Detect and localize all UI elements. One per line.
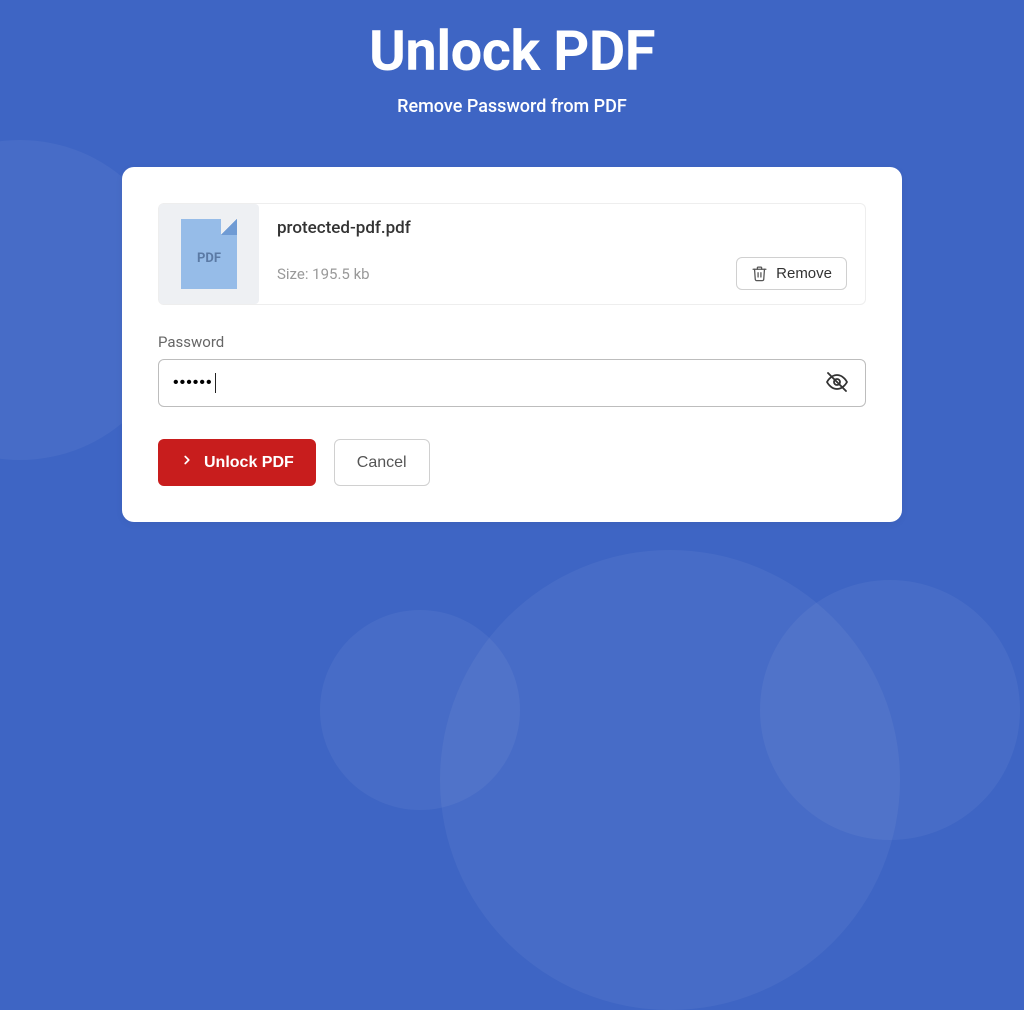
cancel-button[interactable]: Cancel bbox=[334, 439, 430, 486]
toggle-password-visibility-button[interactable] bbox=[809, 370, 865, 397]
page-header: Unlock PDF Remove Password from PDF bbox=[0, 0, 1024, 117]
pdf-file-icon: PDF bbox=[181, 219, 237, 289]
chevron-right-icon bbox=[180, 452, 194, 473]
password-input[interactable] bbox=[159, 360, 809, 406]
action-buttons: Unlock PDF Cancel bbox=[158, 439, 866, 486]
file-icon-container: PDF bbox=[159, 204, 259, 304]
file-name: protected-pdf.pdf bbox=[277, 218, 847, 238]
decorative-cloud bbox=[760, 580, 1020, 840]
unlock-button[interactable]: Unlock PDF bbox=[158, 439, 316, 486]
text-caret bbox=[215, 373, 216, 393]
cancel-button-label: Cancel bbox=[357, 454, 407, 471]
main-card: PDF protected-pdf.pdf Size: 195.5 kb bbox=[122, 167, 902, 522]
pdf-icon-label: PDF bbox=[197, 251, 221, 266]
file-size: Size: 195.5 kb bbox=[277, 265, 370, 283]
password-label: Password bbox=[158, 333, 866, 351]
decorative-cloud bbox=[320, 610, 520, 810]
eye-off-icon bbox=[825, 370, 849, 397]
page-title: Unlock PDF bbox=[0, 18, 1024, 84]
password-input-wrap bbox=[158, 359, 866, 407]
trash-icon bbox=[751, 265, 768, 282]
file-row: PDF protected-pdf.pdf Size: 195.5 kb bbox=[158, 203, 866, 305]
page-subtitle: Remove Password from PDF bbox=[0, 96, 1024, 117]
remove-button[interactable]: Remove bbox=[736, 257, 847, 290]
password-group: Password bbox=[158, 333, 866, 407]
file-info: protected-pdf.pdf Size: 195.5 kb Remove bbox=[259, 204, 865, 304]
unlock-button-label: Unlock PDF bbox=[204, 454, 294, 472]
remove-button-label: Remove bbox=[776, 265, 832, 282]
file-meta: Size: 195.5 kb Remove bbox=[277, 257, 847, 290]
